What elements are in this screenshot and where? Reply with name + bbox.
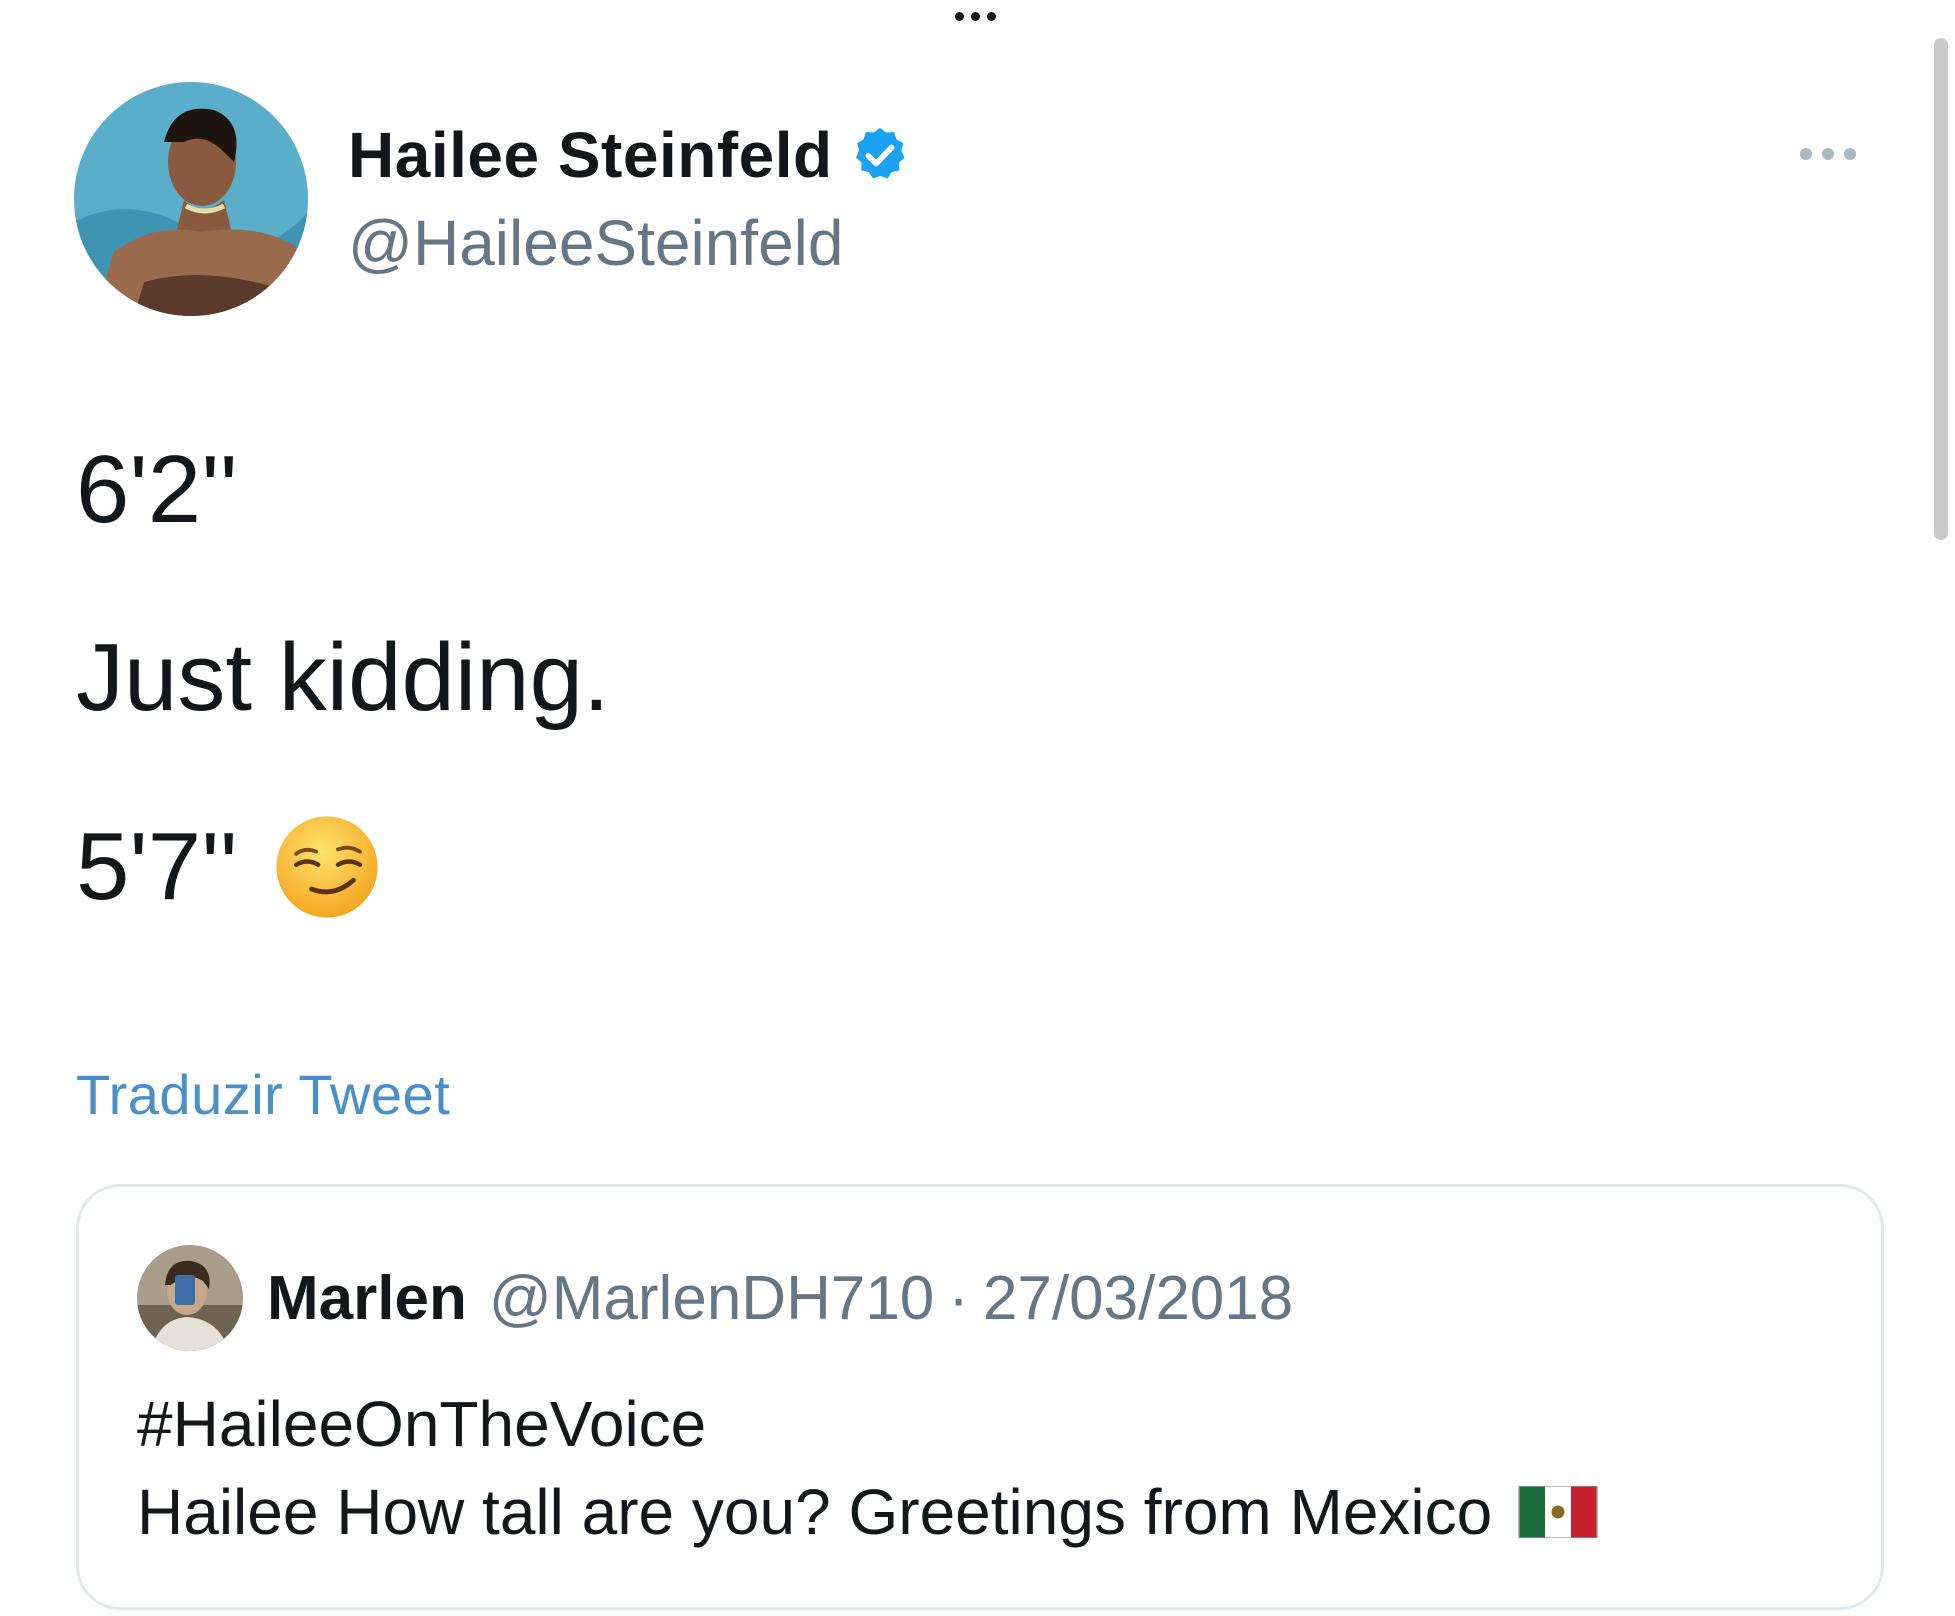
quoted-tweet-header: Marlen @MarlenDH710 · 27/03/2018 — [137, 1245, 1293, 1351]
tweet-text-line-with-emoji: 5'7'' — [76, 812, 382, 922]
mexico-flag-icon — [1518, 1486, 1598, 1538]
more-options-icon[interactable] — [1800, 148, 1856, 160]
quoted-author-handle[interactable]: @MarlenDH710 — [489, 1263, 934, 1334]
author-block: Hailee Steinfeld @HaileeSteinfeld — [348, 118, 911, 280]
tweet-text-line: 6'2'' — [76, 436, 238, 543]
smirking-face-icon — [276, 816, 378, 918]
quoted-author-display-name[interactable]: Marlen — [267, 1263, 467, 1334]
quoted-tweet-text: Hailee How tall are you? Greetings from … — [137, 1476, 1493, 1548]
quoted-tweet-card[interactable]: Marlen @MarlenDH710 · 27/03/2018 #Hailee… — [76, 1184, 1884, 1610]
tweet-text-line: 5'7'' — [76, 813, 238, 920]
translate-tweet-link[interactable]: Traduzir Tweet — [76, 1062, 450, 1127]
drag-handle-icon[interactable] — [955, 12, 996, 21]
verified-badge-icon — [855, 127, 905, 179]
tweet-text-line: Just kidding. — [76, 624, 610, 731]
quoted-tweet-hashtag[interactable]: #HaileeOnTheVoice — [137, 1387, 706, 1461]
author-handle[interactable]: @HaileeSteinfeld — [348, 206, 911, 280]
scrollbar[interactable] — [1934, 38, 1948, 540]
dot-separator: · — [948, 1263, 969, 1333]
quoted-author-avatar[interactable] — [137, 1245, 243, 1351]
author-display-name[interactable]: Hailee Steinfeld — [348, 118, 833, 192]
quoted-tweet-date[interactable]: 27/03/2018 — [983, 1263, 1293, 1334]
author-avatar[interactable] — [74, 82, 308, 316]
quoted-tweet-text-row: Hailee How tall are you? Greetings from … — [137, 1475, 1598, 1549]
tweet-page: Hailee Steinfeld @HaileeSteinfeld 6'2'' … — [0, 0, 1955, 1616]
